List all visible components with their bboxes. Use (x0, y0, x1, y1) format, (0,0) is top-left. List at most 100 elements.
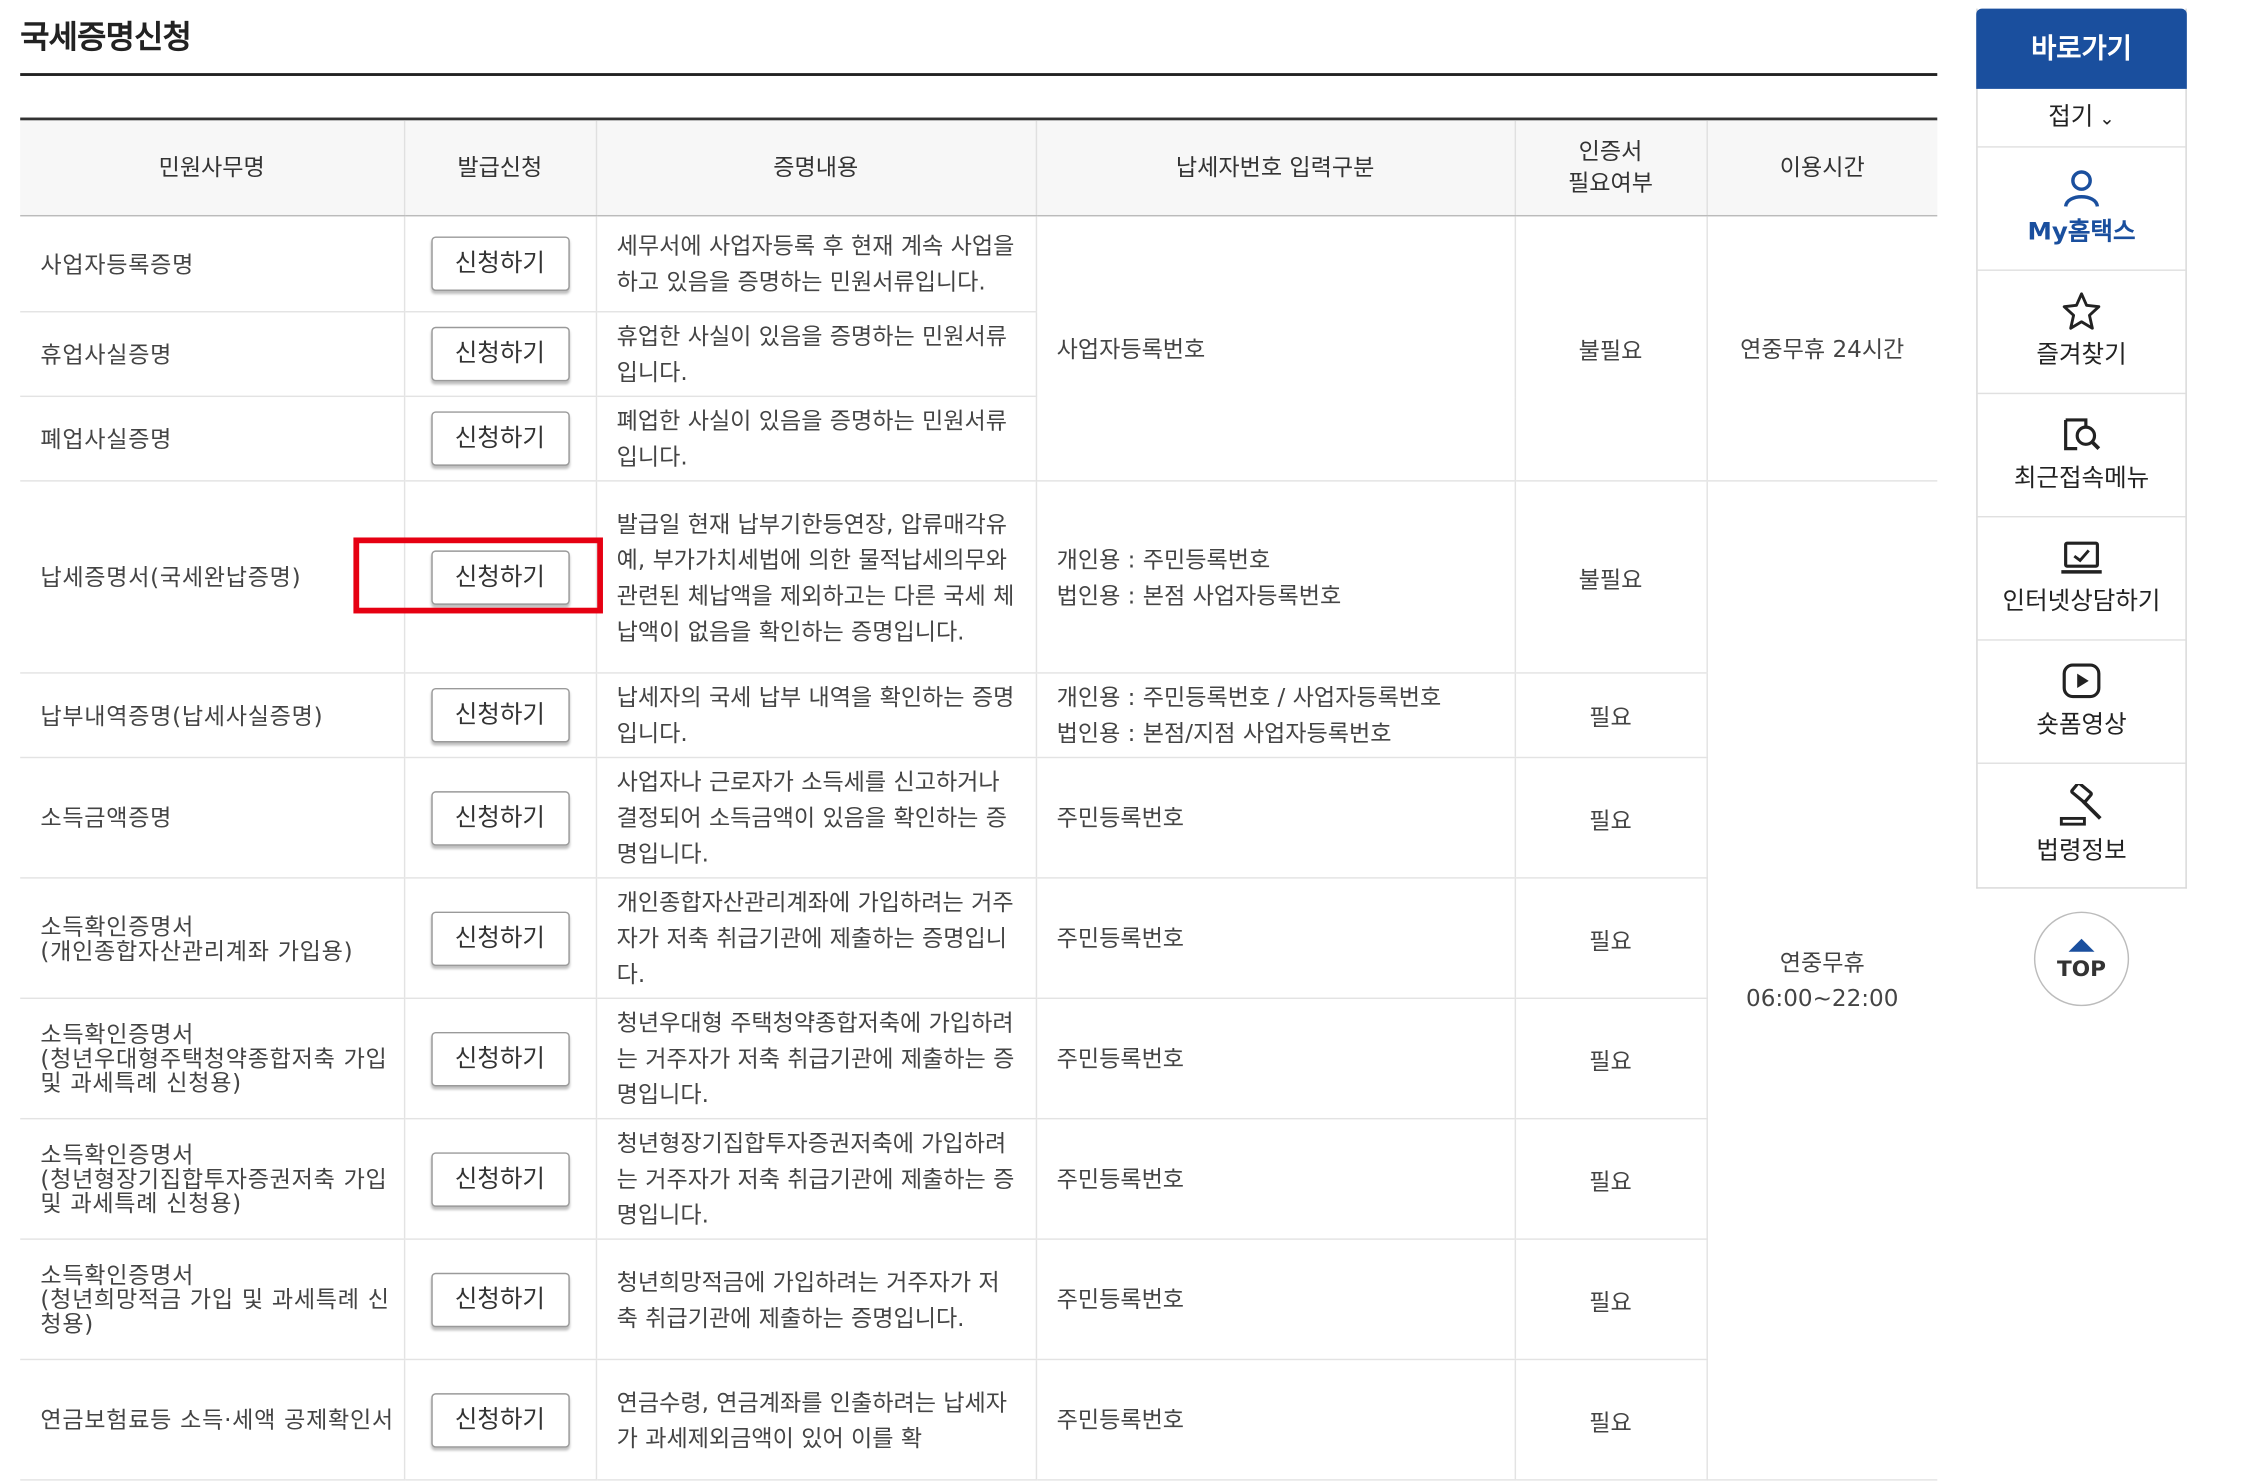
service-name-link[interactable]: 휴업사실증명 (20, 311, 404, 398)
service-name-line: 소득확인증명서 (40, 1140, 195, 1169)
quick-item-label: 숏폼영상 (2036, 710, 2127, 740)
description-text: 연금수령, 연금계좌를 인출하려는 납세자가 과세제외금액이 있어 이를 확 (595, 1359, 1036, 1481)
header-description: 증명내용 (595, 120, 1036, 217)
quick-item-label: 즐겨찾기 (2036, 341, 2127, 370)
input-type-text: 주민등록번호 (1034, 877, 1515, 1000)
description-text: 청년형장기집합투자증권저축에 가입하려는 거주자가 저축 취급기관에 제출하는 … (595, 1118, 1036, 1240)
recent-search-icon (2064, 418, 2101, 451)
service-time-line: 연중무휴 (1779, 948, 1865, 977)
table-row: 연금보험료등 소득·세액 공제확인서 신청하기 연금수령, 연금계좌를 인출하려… (20, 1359, 1937, 1481)
star-icon (2062, 292, 2101, 330)
table-row: 납세증명서(국세완납증명) 신청하기 발급일 현재 납부기한등연장, 압류매각유… (20, 480, 1938, 1481)
service-time-text: 연중무휴 24시간 (1705, 215, 1938, 482)
cert-required-text: 불필요 (1513, 480, 1707, 674)
service-name-link[interactable]: 소득확인증명서 (청년형장기집합투자증권저축 가입 및 과세특례 신청용) (20, 1118, 404, 1240)
description-text: 발급일 현재 납부기한등연장, 압류매각유예, 부가가치세법에 의한 물적납세의… (595, 480, 1036, 674)
apply-button[interactable]: 신청하기 (430, 790, 570, 845)
header-service-name: 민원사무명 (20, 120, 404, 217)
cert-required-text: 필요 (1513, 877, 1707, 1000)
input-type-text: 주민등록번호 (1034, 1359, 1515, 1481)
arrow-up-icon (2068, 938, 2095, 952)
apply-button[interactable]: 신청하기 (430, 411, 570, 466)
service-name-link[interactable]: 폐업사실증명 (20, 396, 404, 482)
quick-item-label: My홈택스 (2027, 217, 2136, 247)
certificate-table: 민원사무명 발급신청 증명내용 납세자번호 입력구분 인증서 필요여부 이용시간… (20, 120, 1938, 1481)
cert-required-text: 필요 (1513, 1239, 1707, 1361)
header-cert-required: 인증서 필요여부 (1513, 120, 1707, 217)
service-name-link[interactable]: 소득확인증명서 (개인종합자산관리계좌 가입용) (20, 877, 404, 1000)
service-name-link[interactable]: 연금보험료등 소득·세액 공제확인서 (20, 1359, 404, 1481)
description-text: 청년희망적금에 가입하려는 거주자가 저축 취급기관에 제출하는 증명입니다. (595, 1239, 1036, 1361)
service-time-text: 연중무휴 06:00~22:00 (1705, 480, 1938, 1481)
page-title: 국세증명신청 (20, 20, 192, 56)
laptop-chat-icon (2061, 541, 2102, 574)
table-row: 소득확인증명서 (청년희망적금 가입 및 과세특례 신청용) 신청하기 청년희망… (20, 1239, 1937, 1361)
header-apply: 발급신청 (403, 120, 596, 217)
cert-required-text: 필요 (1513, 1118, 1707, 1240)
table-row: 소득확인증명서 (청년형장기집합투자증권저축 가입 및 과세특례 신청용) 신청… (20, 1118, 1937, 1240)
service-time-line: 06:00~22:00 (1746, 984, 1899, 1012)
apply-button[interactable]: 신청하기 (430, 236, 570, 291)
description-text: 휴업한 사실이 있음을 증명하는 민원서류입니다. (595, 311, 1036, 398)
cert-required-text: 필요 (1513, 757, 1707, 879)
quick-item-favorites[interactable]: 즐겨찾기 (1977, 271, 2186, 395)
service-name-line: 소득확인증명서 (40, 1261, 195, 1289)
description-text: 사업자나 근로자가 소득세를 신고하거나 결정되어 소득금액이 있음을 확인하는… (595, 757, 1036, 879)
service-name-link[interactable]: 소득금액증명 (20, 757, 404, 879)
quick-item-online-consult[interactable]: 인터넷상담하기 (1977, 517, 2186, 641)
quick-item-my-hometax[interactable]: My홈택스 (1977, 148, 2186, 271)
service-name-link[interactable]: 소득확인증명서 (청년희망적금 가입 및 과세특례 신청용) (20, 1239, 404, 1361)
apply-button[interactable]: 신청하기 (430, 687, 570, 743)
service-name-line: 소득확인증명서 (40, 912, 195, 940)
service-name-link[interactable]: 사업자등록증명 (20, 215, 404, 313)
input-type-line: 개인용 : 주민등록번호 (1056, 545, 1271, 573)
table-row: 사업자등록증명 신청하기 세무서에 사업자등록 후 현재 계속 사업을 하고 있… (20, 215, 1938, 482)
input-type-line: 법인용 : 본점/지점 사업자등록번호 (1056, 719, 1392, 747)
play-icon (2062, 663, 2101, 699)
apply-button[interactable]: 신청하기 (430, 1031, 570, 1086)
input-type-line: 법인용 : 본점 사업자등록번호 (1056, 581, 1342, 609)
description-text: 폐업한 사실이 있음을 증명하는 민원서류입니다. (595, 396, 1036, 482)
user-icon (2063, 170, 2100, 208)
quick-item-shortform-video[interactable]: 숏폼영상 (1977, 641, 2186, 764)
cert-required-text: 필요 (1513, 1359, 1707, 1481)
apply-button[interactable]: 신청하기 (430, 910, 570, 966)
top-button[interactable]: TOP (2033, 911, 2130, 1007)
service-name-sub: (개인종합자산관리계좌 가입용) (40, 936, 354, 964)
input-type-text: 주민등록번호 (1034, 1118, 1515, 1240)
fold-label: 접기 (2048, 103, 2094, 132)
service-name-sub: (청년우대형주택청약종합저축 가입 및 과세특례 신청용) (40, 1044, 388, 1097)
apply-button[interactable]: 신청하기 (430, 1151, 570, 1207)
gavel-icon (2059, 784, 2102, 826)
table-header-row: 민원사무명 발급신청 증명내용 납세자번호 입력구분 인증서 필요여부 이용시간 (20, 120, 1938, 217)
table-row: 소득금액증명 신청하기 사업자나 근로자가 소득세를 신고하거나 결정되어 소득… (20, 757, 1937, 879)
apply-button[interactable]: 신청하기 (430, 1272, 570, 1327)
cert-required-text: 불필요 (1513, 215, 1707, 482)
service-name-link[interactable]: 납세증명서(국세완납증명) (20, 480, 404, 674)
description-text: 세무서에 사업자등록 후 현재 계속 사업을 하고 있음을 증명하는 민원서류입… (595, 215, 1036, 313)
input-type-line: 개인용 : 주민등록번호 / 사업자등록번호 (1056, 683, 1442, 711)
apply-button[interactable]: 신청하기 (430, 549, 570, 605)
input-type-text: 사업자등록번호 (1034, 215, 1515, 482)
apply-button[interactable]: 신청하기 (430, 326, 570, 382)
fold-button[interactable]: 접기 ⌄ (1977, 89, 2186, 148)
table-row: 납부내역증명(납세사실증명) 신청하기 납세자의 국세 납부 내역을 확인하는 … (20, 672, 1937, 759)
quick-item-label: 최근접속메뉴 (2013, 464, 2150, 494)
table-row: 소득확인증명서 (청년우대형주택청약종합저축 가입 및 과세특례 신청용) 신청… (20, 998, 1937, 1120)
title-divider (20, 73, 1938, 76)
input-type-text: 개인용 : 주민등록번호 법인용 : 본점 사업자등록번호 (1034, 480, 1515, 674)
cert-required-text: 필요 (1513, 672, 1707, 759)
header-service-time: 이용시간 (1705, 120, 1938, 217)
input-type-text: 주민등록번호 (1034, 1239, 1515, 1361)
quick-item-recent-menu[interactable]: 최근접속메뉴 (1977, 394, 2186, 518)
top-label: TOP (2057, 956, 2107, 982)
service-name-link[interactable]: 소득확인증명서 (청년우대형주택청약종합저축 가입 및 과세특례 신청용) (20, 998, 404, 1120)
input-type-text: 주민등록번호 (1034, 998, 1515, 1120)
input-type-text: 주민등록번호 (1034, 757, 1515, 879)
service-name-link[interactable]: 납부내역증명(납세사실증명) (20, 672, 404, 759)
quick-item-label: 인터넷상담하기 (2002, 587, 2161, 617)
quick-item-label: 법령정보 (2036, 837, 2127, 866)
description-text: 납세자의 국세 납부 내역을 확인하는 증명입니다. (595, 672, 1036, 759)
quick-item-law-info[interactable]: 법령정보 (1978, 764, 2186, 887)
table-row: 소득확인증명서 (개인종합자산관리계좌 가입용) 신청하기 개인종합자산관리계좌… (20, 877, 1937, 1000)
